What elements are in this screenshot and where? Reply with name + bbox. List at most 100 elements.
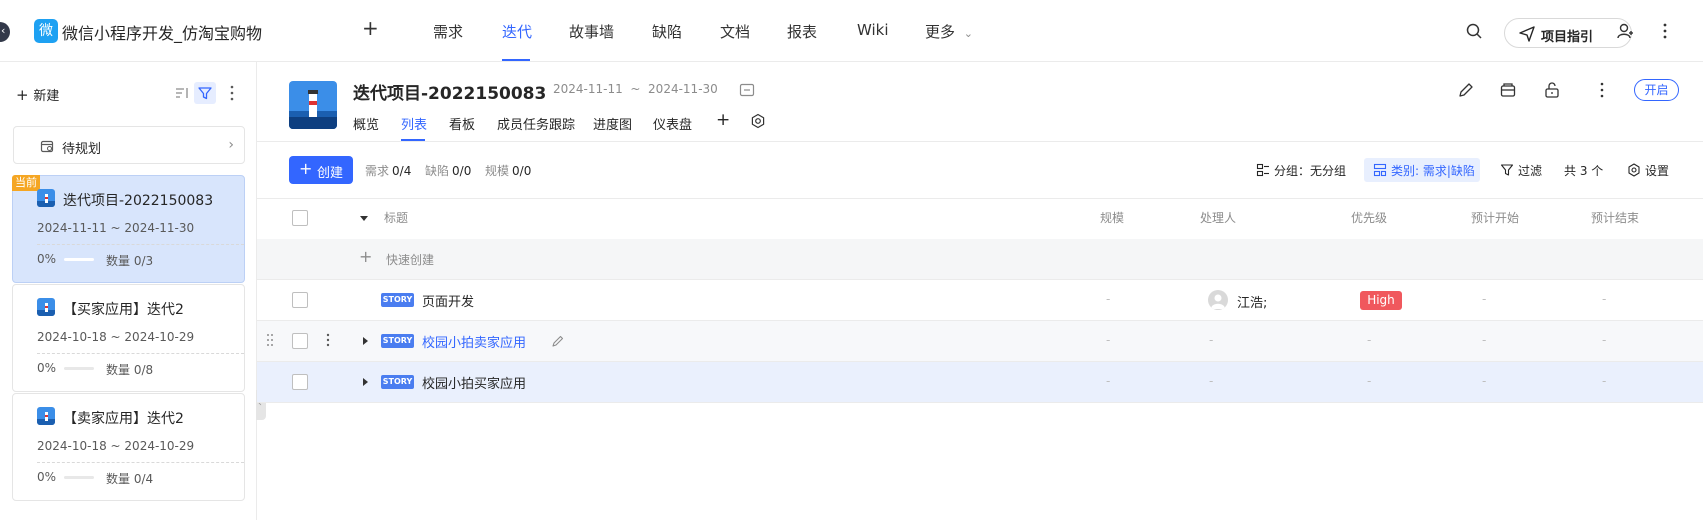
- stat-key: 缺陷: [425, 164, 450, 178]
- category-icon: [1373, 163, 1387, 177]
- tab-progress-chart[interactable]: 进度图: [593, 114, 632, 133]
- iteration-thumbnail: [37, 298, 55, 316]
- iteration-more-icon[interactable]: [1593, 81, 1611, 99]
- edit-icon[interactable]: [1457, 81, 1475, 99]
- group-button[interactable]: 分组：无分组: [1256, 158, 1348, 182]
- sort-icon[interactable]: [171, 82, 193, 104]
- card-divider: [37, 353, 244, 354]
- current-tag: 当前: [12, 175, 40, 191]
- iteration-progress-text: 0%: [37, 361, 57, 375]
- cell-plan-start: -: [1482, 374, 1487, 388]
- settings-icon[interactable]: [750, 113, 766, 129]
- nav-defects[interactable]: 缺陷: [652, 21, 682, 42]
- tab-member-tracking[interactable]: 成员任务跟踪: [497, 114, 575, 133]
- sidebar-more-icon[interactable]: [221, 82, 243, 104]
- project-title[interactable]: 微信小程序开发_仿淘宝购物: [62, 20, 262, 44]
- row-title[interactable]: 校园小拍卖家应用: [422, 332, 526, 351]
- tab-dashboard[interactable]: 仪表盘: [653, 114, 692, 133]
- unlock-icon[interactable]: [1543, 81, 1561, 99]
- drag-handle-icon[interactable]: [266, 333, 274, 347]
- nav-reports[interactable]: 报表: [787, 21, 817, 42]
- filter-icon: [1500, 164, 1514, 176]
- chevron-down-icon: ⌄: [963, 27, 974, 40]
- tab-list[interactable]: 列表: [401, 114, 427, 133]
- add-member-icon[interactable]: [1617, 22, 1635, 40]
- iteration-name: 【卖家应用】迭代2: [63, 411, 184, 427]
- comment-icon[interactable]: [738, 82, 756, 100]
- settings-button[interactable]: 设置: [1627, 158, 1679, 182]
- priority-badge[interactable]: High: [1360, 291, 1402, 310]
- settings-label: 设置: [1645, 164, 1670, 178]
- nav-requirements[interactable]: 需求: [433, 21, 463, 42]
- nav-wiki[interactable]: Wiki: [857, 21, 889, 39]
- row-title[interactable]: 页面开发: [422, 291, 474, 310]
- story-type-tag: STORY: [381, 375, 414, 389]
- cell-plan-end: -: [1602, 292, 1607, 306]
- iteration-progress-bar: [64, 476, 94, 479]
- backlog-item[interactable]: 待规划 ›: [13, 126, 245, 164]
- sidebar-filter-button[interactable]: [194, 82, 216, 104]
- iteration-status-button[interactable]: 开启: [1634, 79, 1679, 101]
- filter-button[interactable]: 过滤: [1500, 158, 1548, 182]
- iteration-name: 【买家应用】迭代2: [63, 302, 184, 318]
- add-icon[interactable]: +: [362, 16, 379, 40]
- select-all-checkbox[interactable]: [292, 210, 308, 226]
- calendar-icon: [40, 140, 54, 153]
- quick-create-label[interactable]: 快速创建: [386, 251, 434, 268]
- col-assignee[interactable]: 处理人: [1200, 209, 1236, 226]
- col-plan-start[interactable]: 预计开始: [1471, 209, 1519, 226]
- iteration-progress-bar: [64, 367, 94, 370]
- row-checkbox[interactable]: [292, 333, 308, 349]
- cell-scale: -: [1106, 292, 1111, 306]
- send-icon: [1519, 26, 1535, 42]
- card-divider: [37, 462, 244, 463]
- iteration-name: 迭代项目-2022150083: [63, 193, 214, 209]
- nav-more-label: 更多: [925, 23, 956, 41]
- iteration-count: 数量 0/3: [106, 254, 154, 268]
- row-title[interactable]: 校园小拍买家应用: [422, 373, 526, 392]
- row-more-icon[interactable]: [325, 333, 331, 347]
- expand-row-icon[interactable]: [363, 378, 368, 386]
- search-icon[interactable]: [1465, 22, 1483, 40]
- iteration-card[interactable]: 【卖家应用】迭代2 2024-10-18 ~ 2024-10-29 0% 数量 …: [12, 393, 245, 501]
- cell-scale: -: [1106, 374, 1111, 388]
- col-title[interactable]: 标题: [384, 209, 408, 226]
- new-iteration-label: 新建: [33, 89, 60, 104]
- row-checkbox[interactable]: [292, 374, 308, 390]
- type-filter-button[interactable]: 类别: 需求|缺陷: [1364, 158, 1480, 182]
- add-tab-icon[interactable]: +: [716, 110, 730, 130]
- quick-create-row[interactable]: [257, 239, 1703, 280]
- col-plan-end[interactable]: 预计结束: [1591, 209, 1639, 226]
- iteration-progress-text: 0%: [37, 470, 57, 484]
- archive-icon[interactable]: [1499, 81, 1517, 99]
- col-priority[interactable]: 优先级: [1351, 209, 1387, 226]
- edit-icon[interactable]: [551, 334, 565, 348]
- stat-scale: 规模 0/0: [485, 162, 531, 179]
- col-scale[interactable]: 规模: [1100, 209, 1124, 226]
- nav-more[interactable]: 更多 ⌄: [925, 21, 973, 42]
- more-vertical-icon[interactable]: [1656, 22, 1674, 40]
- expand-row-icon[interactable]: [363, 337, 368, 345]
- iteration-card[interactable]: 【买家应用】迭代2 2024-10-18 ~ 2024-10-29 0% 数量 …: [12, 284, 245, 392]
- nav-story-wall[interactable]: 故事墙: [569, 21, 614, 42]
- new-iteration-button[interactable]: + 新建: [16, 85, 59, 104]
- toolbar-divider: [257, 198, 1703, 199]
- iteration-progress-text: 0%: [37, 252, 57, 266]
- iteration-card-current[interactable]: 当前 迭代项目-2022150083 2024-11-11 ~ 2024-11-…: [12, 175, 245, 283]
- nav-iterations[interactable]: 迭代: [502, 21, 532, 42]
- stat-defects: 缺陷 0/0: [425, 162, 471, 179]
- project-guide-button[interactable]: 项目指引: [1504, 18, 1632, 48]
- story-type-tag: STORY: [381, 293, 414, 307]
- tab-overview[interactable]: 概览: [353, 114, 379, 133]
- gear-icon: [1628, 163, 1640, 177]
- tab-board[interactable]: 看板: [449, 114, 475, 133]
- collapse-nav-icon[interactable]: ‹: [0, 22, 10, 42]
- nav-docs[interactable]: 文档: [720, 21, 750, 42]
- create-button[interactable]: + 创建: [289, 156, 353, 184]
- cell-priority: -: [1367, 374, 1372, 388]
- stat-value: 0/0: [512, 164, 532, 178]
- header-divider: [257, 141, 1703, 142]
- iteration-date-range[interactable]: 2024-11-11 ~ 2024-11-30: [553, 82, 718, 96]
- collapse-all-icon[interactable]: [360, 216, 368, 221]
- row-checkbox[interactable]: [292, 292, 308, 308]
